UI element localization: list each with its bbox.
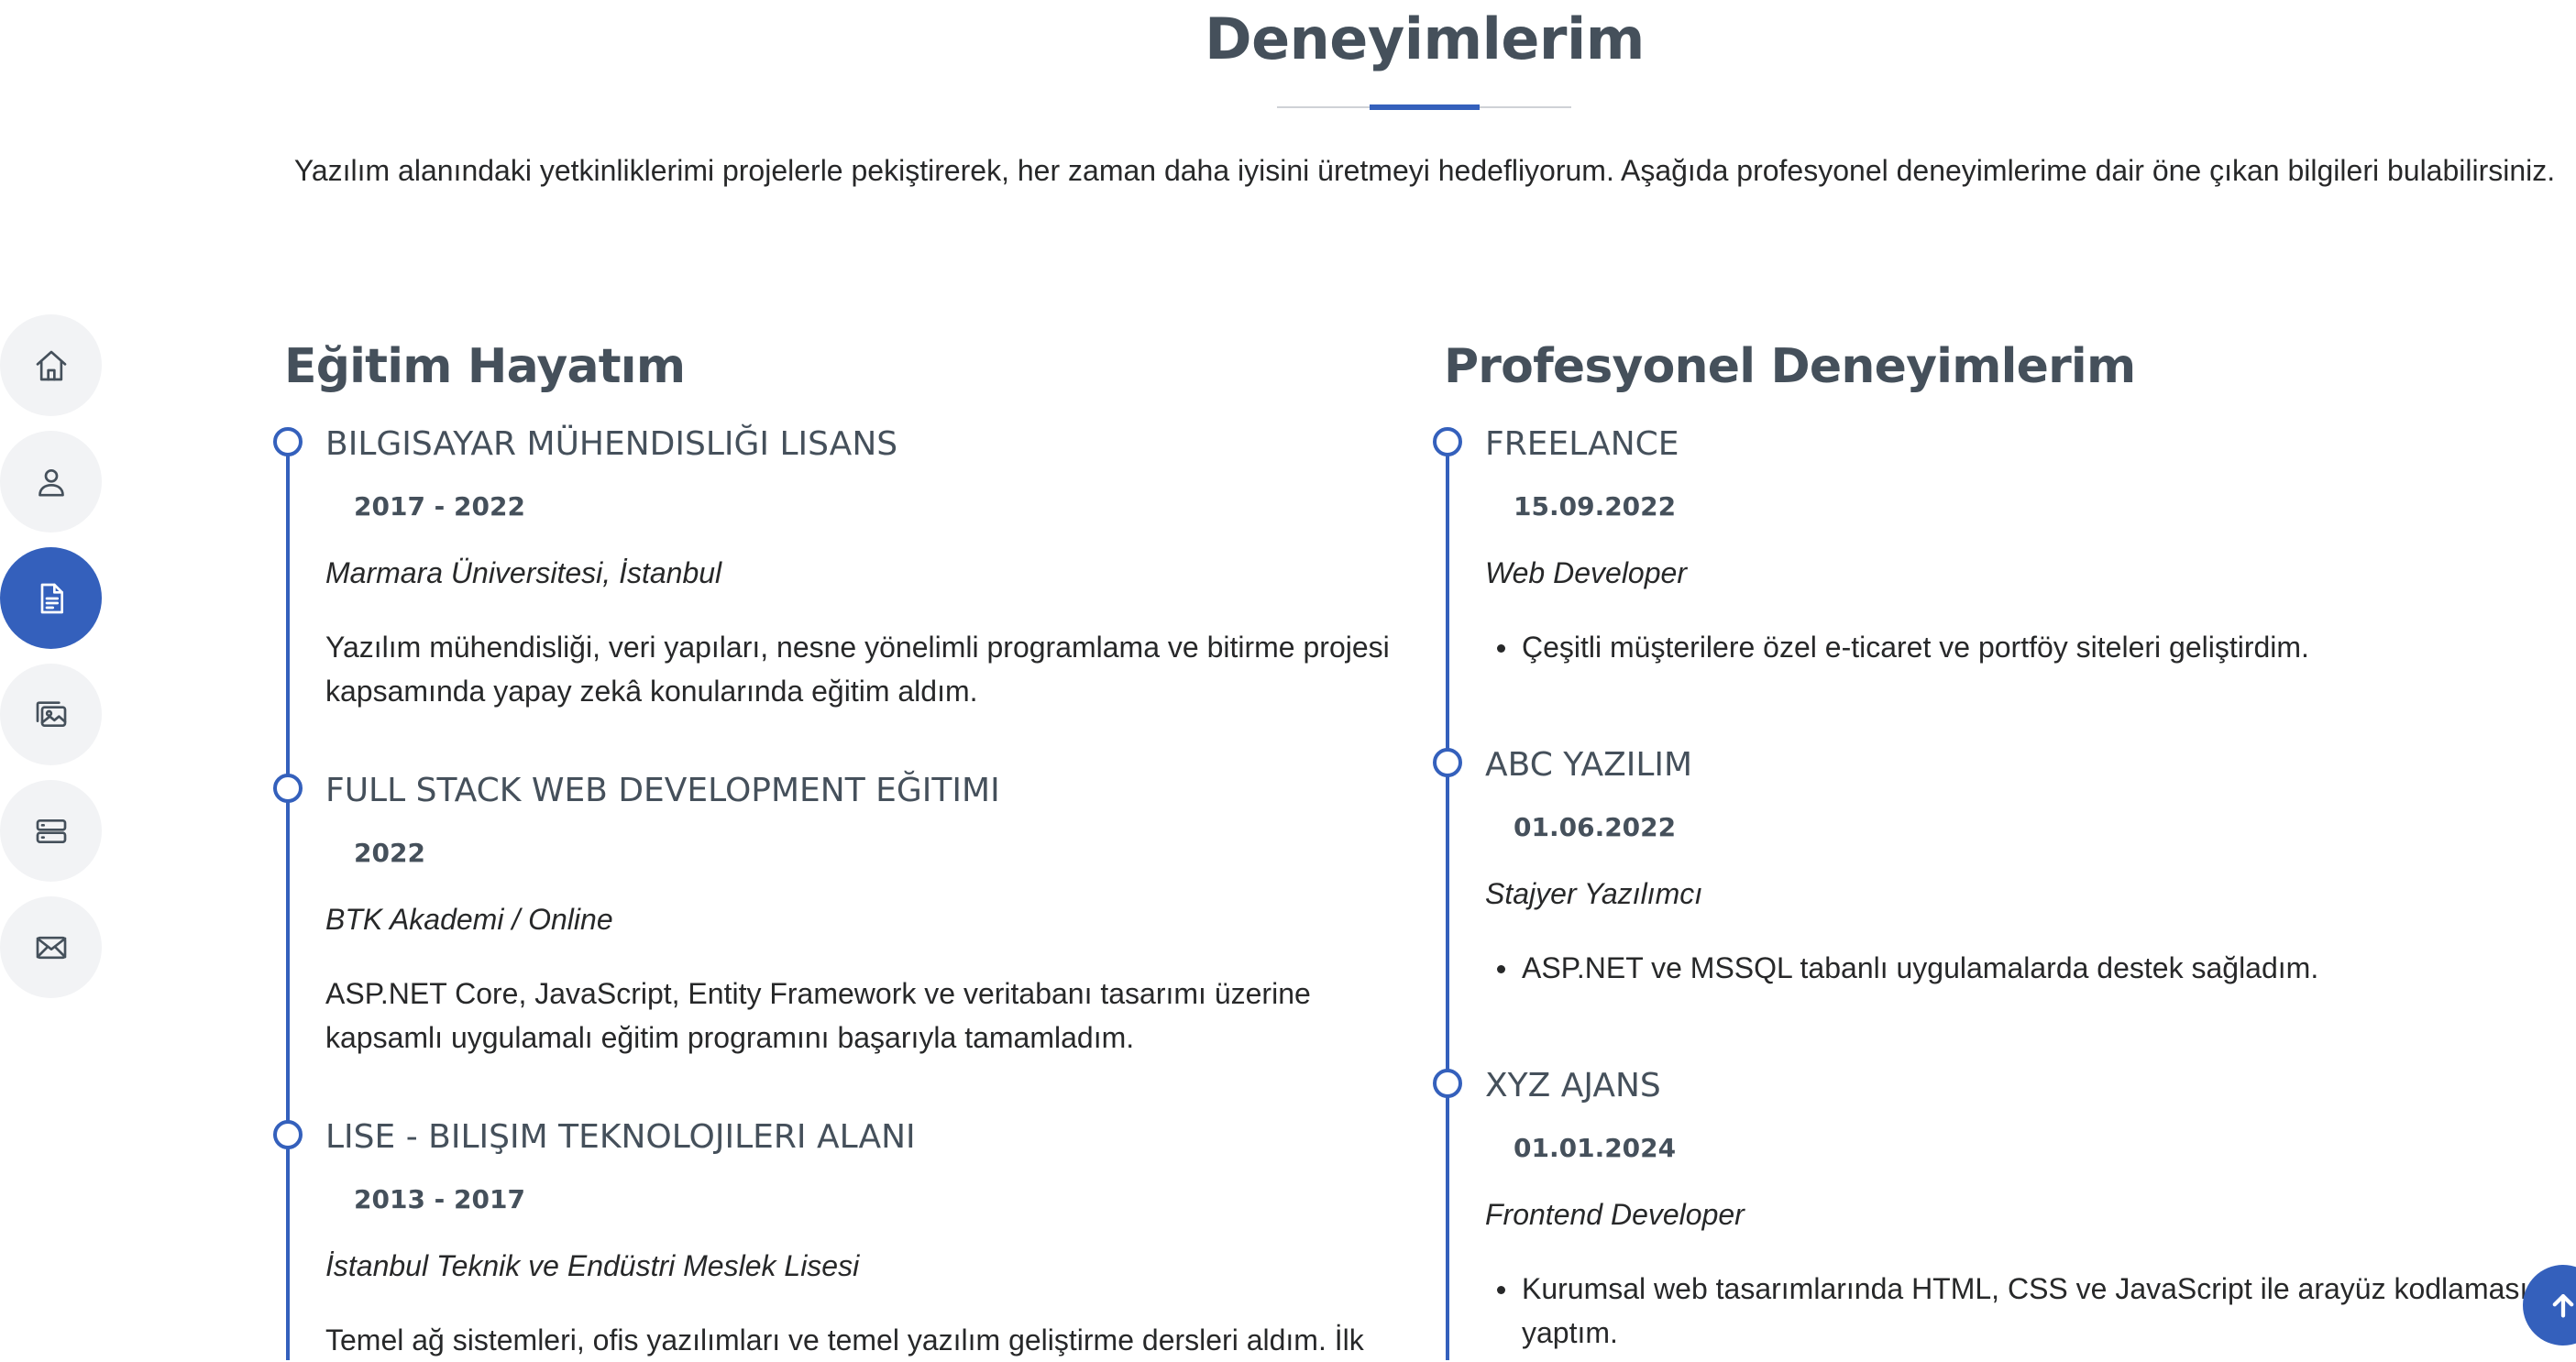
item-title: Bilgisayar Mühendisliği Lisans bbox=[325, 425, 898, 463]
item-description: Yazılım mühendisliği, veri yapıları, nes… bbox=[325, 631, 1390, 708]
item-title: Lise - Bilişim Teknolojileri Alanı bbox=[325, 1118, 916, 1156]
item-bullets: Çeşitli müşterilere özel e-ticaret ve po… bbox=[1485, 625, 2512, 669]
education-timeline bbox=[286, 444, 290, 1360]
nav-home-button[interactable] bbox=[0, 314, 102, 416]
item-title: Full Stack Web Development Eğitimi bbox=[325, 772, 1000, 809]
item-bullets: ASP.NET ve MSSQL tabanlı uygulamalarda d… bbox=[1485, 946, 2512, 990]
timeline-dot bbox=[273, 774, 303, 803]
back-to-top-button[interactable] bbox=[2523, 1265, 2576, 1346]
item-role: Web Developer bbox=[1485, 556, 1687, 589]
section-title: Deneyimlerim bbox=[1205, 5, 1645, 72]
bullet-item: Çeşitli müşterilere özel e-ticaret ve po… bbox=[1497, 625, 2512, 669]
item-description: ASP.NET Core, JavaScript, Entity Framewo… bbox=[325, 977, 1311, 1054]
person-icon bbox=[38, 468, 64, 496]
arrow-up-icon bbox=[2552, 1293, 2574, 1318]
nav-portfolio-button[interactable] bbox=[0, 664, 102, 765]
item-date: 15.09.2022 bbox=[1514, 491, 1677, 522]
item-title: XYZ Ajans bbox=[1485, 1067, 1661, 1104]
nav-resume-button[interactable] bbox=[0, 547, 102, 649]
item-date: 2017 - 2022 bbox=[354, 491, 525, 522]
item-place: BTK Akademi / Online bbox=[325, 903, 613, 936]
experience-timeline bbox=[1446, 444, 1449, 1360]
item-date: 01.06.2022 bbox=[1514, 812, 1677, 842]
timeline-dot bbox=[1433, 427, 1462, 456]
item-title: ABC Yazılım bbox=[1485, 746, 1693, 784]
item-role: Stajyer Yazılımcı bbox=[1485, 877, 1703, 910]
nav-services-button[interactable] bbox=[0, 780, 102, 882]
item-date: 2022 bbox=[354, 838, 425, 868]
item-place: İstanbul Teknik ve Endüstri Meslek Lises… bbox=[325, 1249, 860, 1282]
timeline-dot bbox=[1433, 748, 1462, 777]
item-place: Marmara Üniversitesi, İstanbul bbox=[325, 556, 722, 589]
section-description: Yazılım alanındaki yetkinliklerimi proje… bbox=[293, 154, 2556, 187]
bullet-item: ASP.NET ve MSSQL tabanlı uygulamalarda d… bbox=[1497, 946, 2512, 990]
experience-heading: Profesyonel Deneyimlerim bbox=[1444, 339, 2136, 394]
item-bullets: Kurumsal web tasarımlarında HTML, CSS ve… bbox=[1485, 1267, 2530, 1355]
item-date: 2013 - 2017 bbox=[354, 1184, 525, 1214]
home-icon bbox=[36, 350, 66, 380]
nav-contact-button[interactable] bbox=[0, 896, 102, 998]
education-heading: Eğitim Hayatım bbox=[284, 339, 686, 394]
timeline-dot bbox=[273, 1120, 303, 1149]
item-description: Temel ağ sistemleri, ofis yazılımları ve… bbox=[325, 1324, 1364, 1357]
envelope-icon bbox=[36, 936, 66, 959]
item-title: Freelance bbox=[1485, 425, 1679, 463]
nav-about-button[interactable] bbox=[0, 431, 102, 533]
timeline-dot bbox=[273, 427, 303, 456]
document-icon bbox=[40, 583, 63, 613]
item-role: Frontend Developer bbox=[1485, 1198, 1745, 1231]
timeline-dot bbox=[1433, 1069, 1462, 1098]
item-date: 01.01.2024 bbox=[1514, 1133, 1677, 1163]
server-icon bbox=[36, 818, 66, 843]
bullet-item: Kurumsal web tasarımlarında HTML, CSS ve… bbox=[1497, 1267, 2530, 1355]
images-icon bbox=[36, 700, 66, 727]
title-divider-accent bbox=[1370, 104, 1480, 110]
